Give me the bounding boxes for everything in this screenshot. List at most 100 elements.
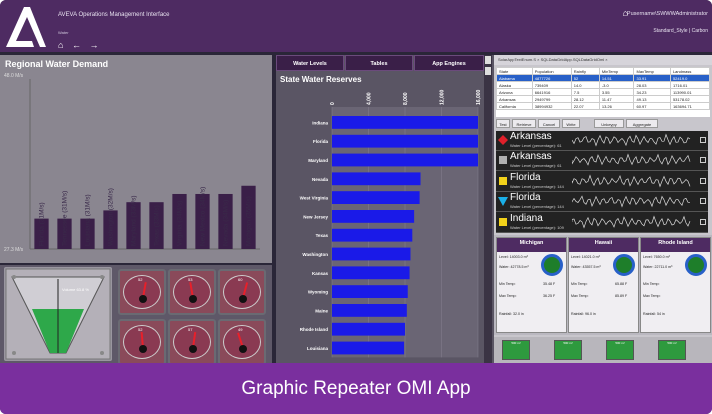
pressure-gauge: 57 — [168, 319, 216, 365]
alarm-row[interactable]: Florida Water Level (percentage): 144 — [496, 172, 708, 192]
aveva-logo-icon — [6, 7, 46, 47]
alarm-row[interactable]: Arkansas Water Level (percentage): 61 — [496, 151, 708, 172]
back-arrow-icon[interactable]: ← — [72, 40, 84, 50]
demand-bar-label: New Mexico (34M/s) — [200, 187, 207, 246]
reserve-bar-label: Louisiana — [307, 346, 329, 351]
top-bar: AVEVA Operations Management Interface Wa… — [0, 0, 712, 52]
state-card[interactable]: Hawaii Level: 14021.0 m³ Water: 43557.5 … — [568, 237, 639, 333]
reserve-bar — [332, 172, 421, 186]
alarm-row[interactable]: Indiana Water Level (percentage): 109 — [496, 213, 708, 233]
alarm-checkbox[interactable] — [700, 137, 706, 143]
tank-level: 500 m³ — [502, 340, 530, 360]
right-panel: SolarAppTextEnum.S × SQLDataGridApp.SQLD… — [494, 55, 712, 363]
reserve-bar — [332, 322, 405, 336]
user-name[interactable]: Pusername\SWWWAdministrator — [627, 11, 708, 17]
app-subtitle: Water — [58, 30, 69, 35]
grid-test-button[interactable]: Test — [496, 119, 510, 128]
reserve-bar-label: Maryland — [308, 158, 328, 163]
regional-demand-panel: Regional Water Demand 48.0 M/s 27.3 M/s … — [0, 55, 272, 263]
reserve-bar-label: Indiana — [312, 120, 328, 125]
reserve-bar-label: Florida — [313, 139, 328, 144]
demand-bar-label: Maryland (33M/s) — [131, 195, 138, 246]
demand-bar-label: Louisiana (31M/s) — [85, 194, 92, 246]
state-card-max-label: Max Temp: — [499, 294, 517, 298]
vertical-scrollbar[interactable] — [484, 55, 492, 363]
alarm-checkbox[interactable] — [700, 198, 706, 205]
state-card[interactable]: Rhode Island Level: 7650.0 m³ Water: 227… — [640, 237, 711, 333]
tab-tables[interactable]: Tables — [345, 55, 413, 71]
table-row[interactable]: Arizona 6641916 7.5 3.55 34.23 113990.01 — [496, 88, 711, 96]
state-reserves-chart: 0 4,000 8,000 12,000 16,000 Indiana Florida Mar… — [300, 89, 482, 358]
table-row[interactable]: Alabama 4877726 52 14.51 33.91 52419.0 — [496, 74, 711, 82]
grid-column-header[interactable]: Rainfly — [570, 67, 600, 75]
grid-cell: 6641916 — [531, 88, 572, 96]
grid-cell: 52 — [570, 74, 600, 82]
gauge-value: 52 — [138, 327, 143, 332]
alarm-square-icon — [499, 176, 507, 185]
grid-column-header[interactable]: MaxTemp — [633, 67, 671, 75]
state-card-level: Level: 14003.0 m³ — [499, 255, 528, 259]
document-tabs[interactable]: SolarAppTextEnum.S × SQLDataGridApp.SQLD… — [494, 55, 712, 65]
state-card-min-value: 65.88 F — [615, 282, 628, 286]
grid-retrieve-button[interactable]: Retrieve — [512, 119, 536, 128]
reserve-bar — [332, 191, 420, 204]
state-card-title: Hawaii — [569, 238, 638, 252]
state-card-level: Level: 7650.0 m³ — [643, 255, 670, 259]
caption-banner: Graphic Repeater OMI App — [0, 363, 712, 414]
reserve-bar — [332, 266, 410, 280]
grid-cell: 60.97 — [633, 102, 671, 110]
alarm-row[interactable]: Florida Water Level (percentage): 144 — [496, 192, 708, 213]
nav-controls: ⌂ ← → — [58, 40, 101, 50]
x-tick-label: 16,000 — [476, 89, 482, 105]
grid-cell: 49.13 — [633, 95, 671, 103]
reserve-bar — [332, 285, 408, 298]
grid-cell: 33.91 — [633, 74, 671, 82]
state-card-water: Water: 22711.0 m³ — [643, 265, 673, 269]
scroll-down-icon[interactable] — [485, 67, 491, 75]
gauge-hub — [139, 295, 147, 303]
table-row[interactable]: Alaska 739409 14.0 -3.0 28.03 1716.01 — [496, 81, 711, 89]
alarm-triangle-icon — [498, 197, 508, 207]
style-links[interactable]: Standard_Style | Carbon — [653, 28, 708, 34]
alarm-checkbox[interactable] — [700, 218, 706, 225]
grid-cell: 14.51 — [598, 74, 635, 82]
grid-aggregate-button[interactable]: Aggregate — [626, 119, 658, 128]
forward-arrow-icon[interactable]: → — [89, 40, 101, 50]
scroll-up-icon[interactable] — [485, 56, 491, 64]
table-row[interactable]: California 38994932 22.07 13.26 60.97 163694.… — [496, 102, 711, 110]
state-card-rainfall: Rainfall: 54 in — [643, 312, 665, 316]
grid-write-button[interactable]: Write — [562, 119, 580, 128]
state-card-title: Michigan — [497, 238, 566, 252]
home-nav-icon[interactable]: ⌂ — [58, 40, 66, 50]
regional-demand-chart: Florida (31M/s) Tennessee (31M/s) Louisian… — [29, 79, 260, 250]
x-tick-label: 12,000 — [440, 89, 446, 105]
grid-cell: 4877726 — [531, 74, 572, 82]
grid-cell: 1716.01 — [669, 81, 711, 89]
gauge-value: 49 — [238, 327, 243, 332]
alarm-checkbox[interactable] — [700, 177, 706, 184]
reserve-bar-label: Washington — [302, 252, 328, 257]
pressure-gauge: 52 — [118, 319, 166, 365]
tab-app-engines[interactable]: App Engines — [414, 55, 484, 71]
grid-column-header[interactable]: MinTemp — [598, 67, 635, 75]
alarm-state-name: Florida — [510, 192, 541, 204]
grid-cell: 38994932 — [531, 102, 572, 110]
state-card[interactable]: Michigan Level: 14003.0 m³ Water: 42778.… — [496, 237, 567, 333]
alarm-square-icon — [499, 217, 507, 226]
grid-column-header[interactable]: State — [496, 67, 533, 75]
table-row[interactable]: Arkansas 2949799 28.12 11.47 49.13 53178.02 — [496, 95, 711, 103]
grid-unkeypy-button[interactable]: Unkeypy — [594, 119, 624, 128]
state-data-grid[interactable]: State Population Rainfly MinTemp MaxTemp Land… — [496, 67, 711, 117]
x-tick-label: 4,000 — [367, 92, 373, 105]
grid-cancel-button[interactable]: Cancel — [538, 119, 560, 128]
alarm-row[interactable]: Arkansas Water Level (percentage): 61 — [496, 131, 708, 151]
alarm-state-name: Arkansas — [510, 131, 552, 142]
grid-column-header[interactable]: Population — [531, 67, 572, 75]
regional-demand-title: Regional Water Demand — [5, 59, 109, 69]
tab-water-levels[interactable]: Water Levels — [276, 55, 344, 71]
alarm-checkbox[interactable] — [700, 157, 706, 164]
state-card-max-label: Max Temp: — [571, 294, 589, 298]
grid-column-header[interactable]: Landmass — [669, 67, 711, 75]
pressure-gauge: 49 — [218, 319, 266, 365]
water-globe-icon — [613, 254, 635, 276]
